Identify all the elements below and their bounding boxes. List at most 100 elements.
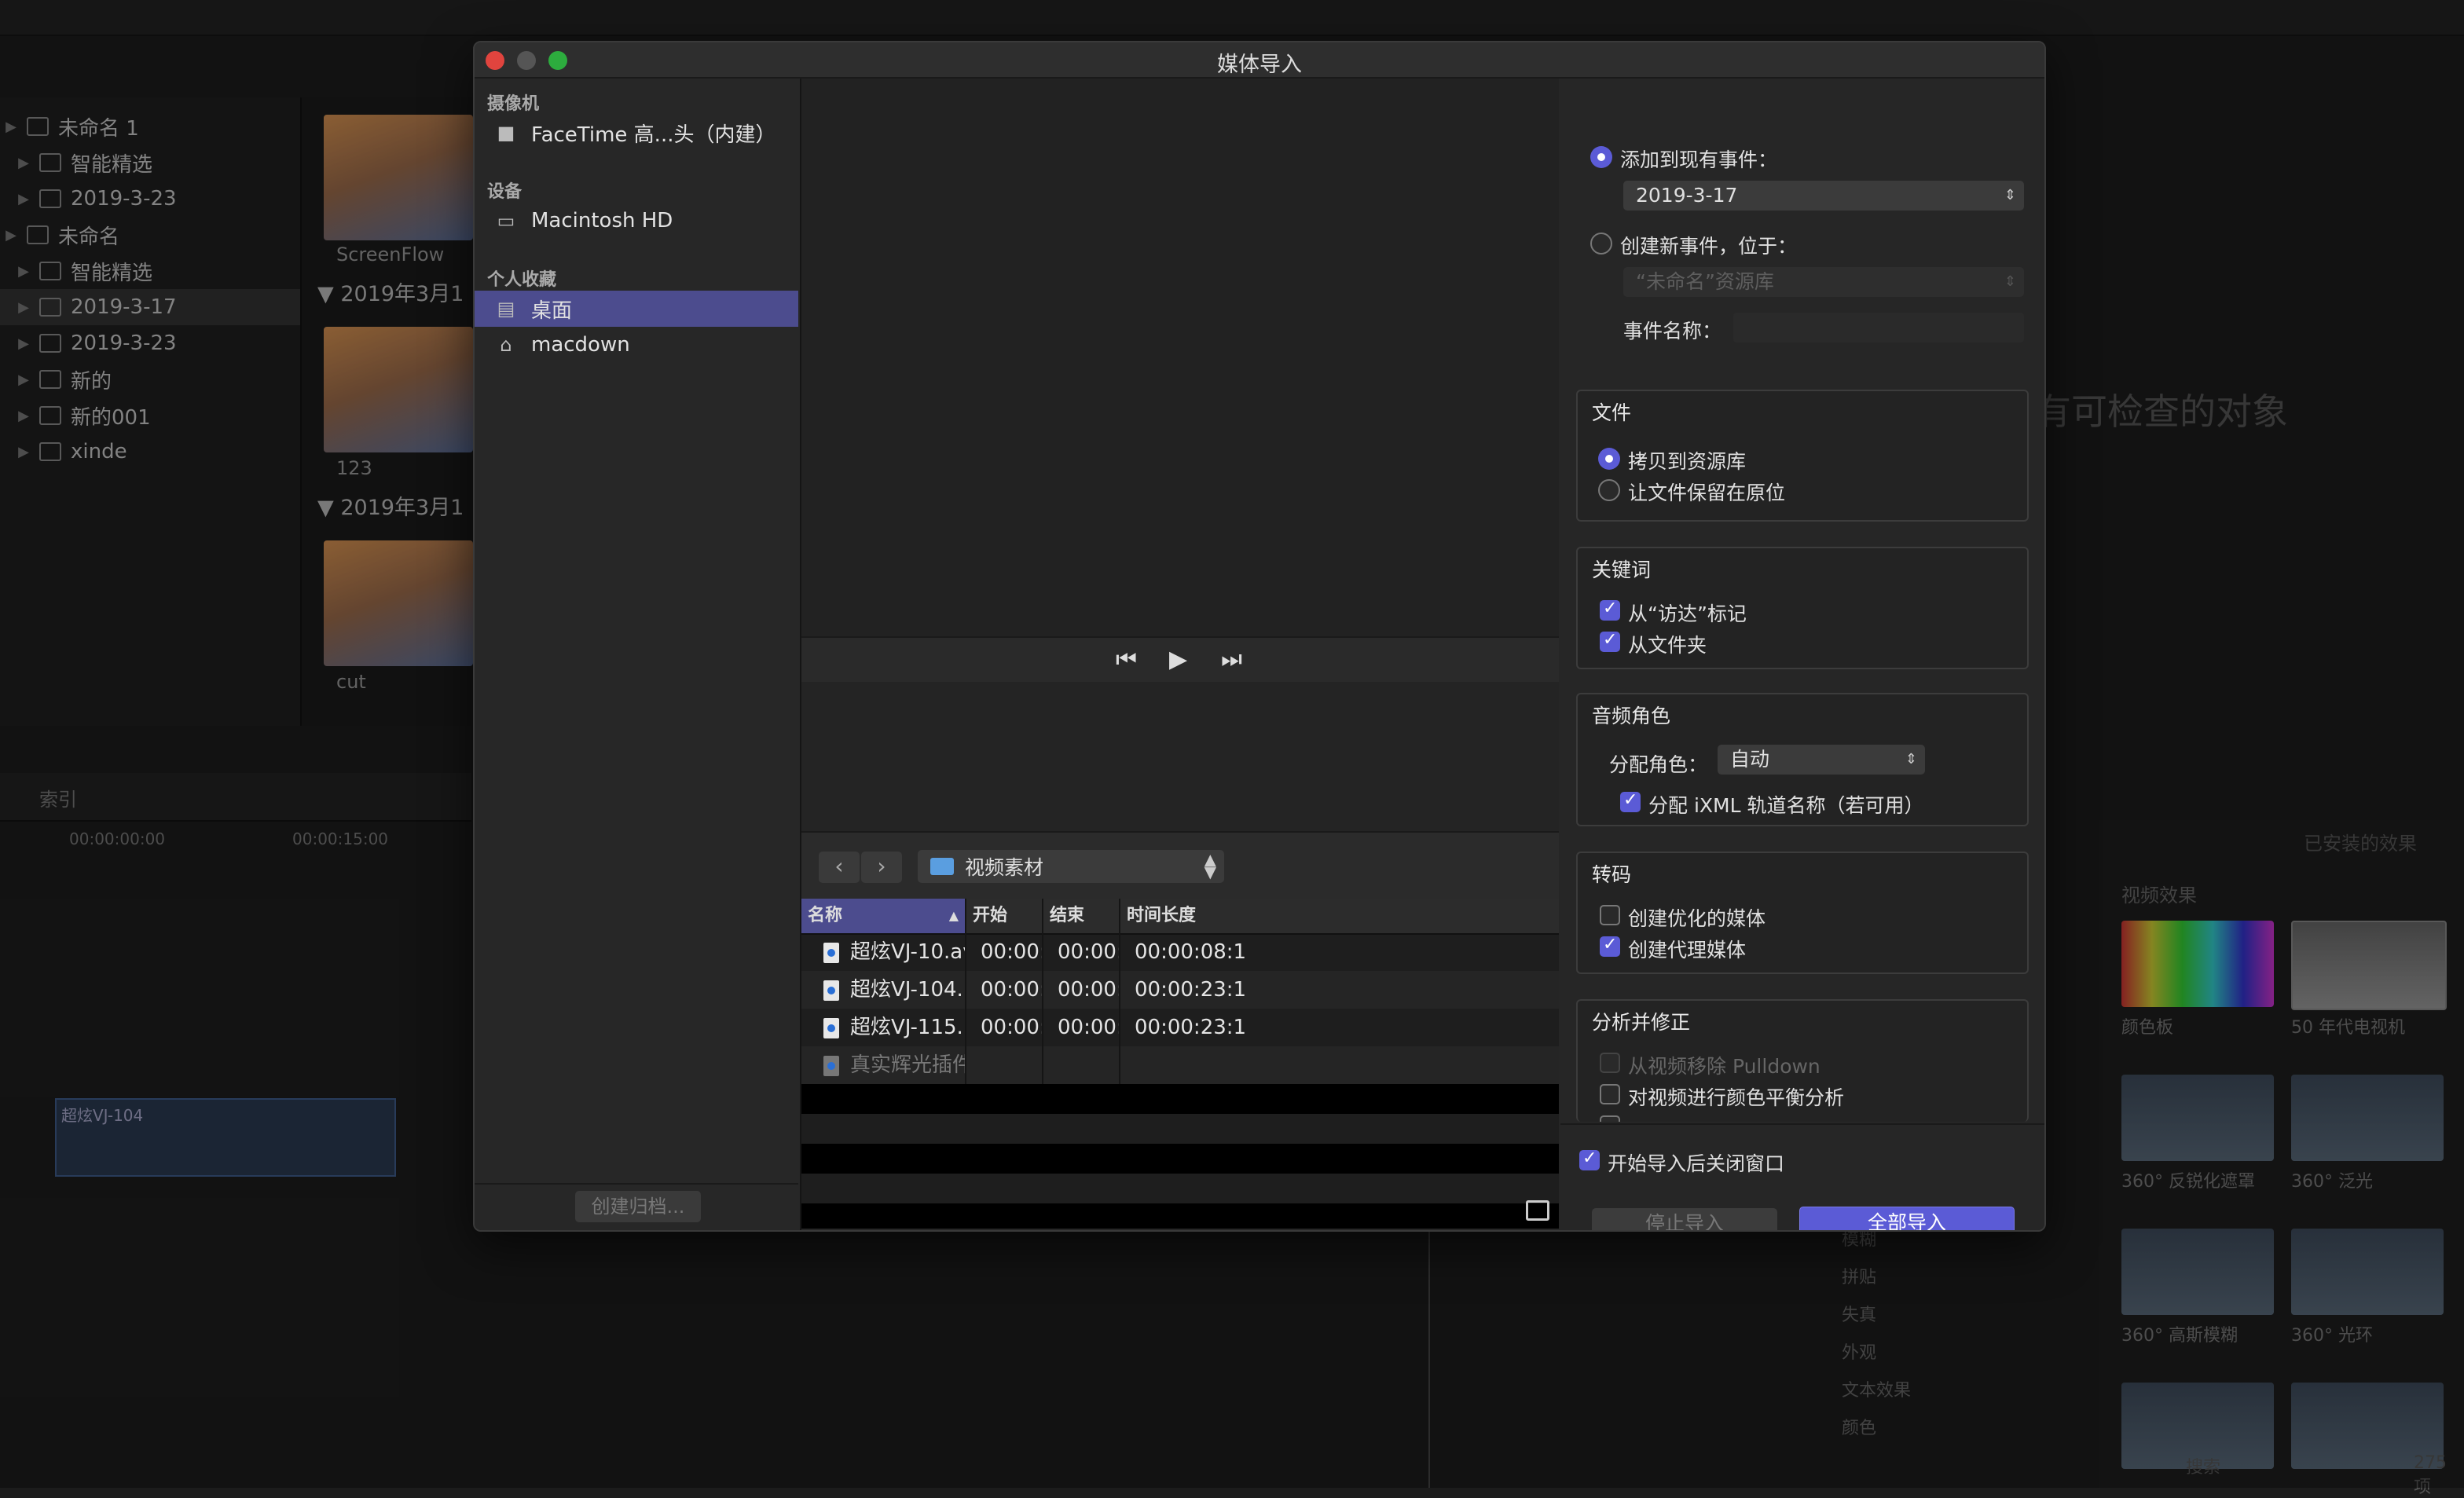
leave-in-place-radio[interactable] [1598, 479, 1620, 501]
stop-import-button[interactable]: 停止导入 [1592, 1208, 1777, 1230]
chevron-updown-icon: ⇕ [1905, 751, 1917, 767]
create-optimized-checkbox[interactable] [1600, 905, 1620, 925]
copy-to-library-label: 拷贝到资源库 [1628, 450, 1747, 473]
column-label: 名称 [808, 906, 843, 925]
create-optimized-label: 创建优化的媒体 [1628, 907, 1766, 930]
leave-in-place-label: 让文件保留在原位 [1628, 482, 1786, 504]
close-after-import-label: 开始导入后关闭窗口 [1608, 1152, 1785, 1175]
source-label: 桌面 [531, 299, 573, 323]
cell-name: 真实辉光插件Real+Glow... [801, 1046, 966, 1084]
import-all-button[interactable]: 全部导入 [1799, 1207, 2015, 1230]
column-end[interactable]: 结束 [1043, 899, 1120, 933]
cell-start: 00:00:00:00 [966, 933, 1043, 971]
video-file-icon [823, 980, 839, 1001]
from-folders-checkbox[interactable] [1600, 630, 1620, 652]
column-start[interactable]: 开始 [966, 899, 1043, 933]
finder-tags-label: 从“访达”标记 [1628, 602, 1747, 625]
filmstrip-area [801, 682, 1559, 831]
generic-file-icon [823, 1055, 839, 1076]
filmstrip-view-icon[interactable] [1526, 1200, 1549, 1221]
skip-back-icon[interactable]: ⏮ [1116, 646, 1137, 673]
source-label: FaceTime 高...头（内建） [531, 123, 776, 147]
source-home[interactable]: ⌂ macdown [475, 327, 798, 363]
home-icon: ⌂ [500, 334, 512, 356]
file-name: 超炫VJ-115.mov [850, 1016, 965, 1039]
title-bar: 媒体导入 [475, 42, 2044, 79]
table-row[interactable]: 超炫VJ-115.mov00:00:00:0000:00:23:10 00:00:… [801, 1009, 1559, 1046]
from-folders-label: 从文件夹 [1628, 634, 1707, 657]
divider [1560, 1123, 2044, 1125]
finder-tags-checkbox[interactable] [1600, 599, 1620, 621]
create-archive-button[interactable]: 创建归档... [575, 1191, 701, 1222]
path-bar: ‹ › 视频素材 ▲ ▼ [801, 831, 1559, 900]
close-after-import-checkbox[interactable] [1579, 1148, 1600, 1170]
cell-name: 超炫VJ-115.mov [801, 1009, 966, 1046]
section-devices: 设备 [487, 182, 522, 202]
assign-ixml-label: 分配 iXML 轨道名称（若可用） [1648, 794, 1924, 817]
back-button[interactable]: ‹ [819, 852, 860, 883]
assign-role-popup[interactable]: 自动 ⇕ [1718, 745, 1925, 775]
group-title: 音频角色 [1592, 705, 1671, 727]
file-name: 超炫VJ-10.avi [850, 940, 965, 964]
file-group: 文件 拷贝到资源库 让文件保留在原位 [1576, 390, 2029, 522]
assign-ixml-checkbox[interactable] [1620, 790, 1641, 812]
existing-event-popup[interactable]: 2019-3-17 ⇕ [1623, 181, 2024, 211]
source-desktop[interactable]: ▤ 桌面 [475, 291, 798, 327]
cell-end: 00:00:23:10 [1043, 1009, 1120, 1046]
add-existing-event-radio[interactable] [1590, 146, 1612, 168]
source-camera[interactable]: ■ FaceTime 高...头（内建） [475, 115, 798, 151]
popup-value: 2019-3-17 [1636, 184, 1738, 207]
column-name[interactable]: 名称 ▲ [801, 899, 966, 933]
play-icon[interactable]: ▶ [1169, 646, 1187, 673]
sources-sidebar: 摄像机 ■ FaceTime 高...头（内建） 设备 ▭ Macintosh … [475, 79, 801, 1230]
dialog-title: 媒体导入 [1217, 53, 1302, 77]
forward-button[interactable]: › [861, 852, 902, 883]
cell-duration: 00:00:23:1 [1135, 1016, 1247, 1039]
find-people-checkbox[interactable] [1600, 1115, 1620, 1122]
sort-ascending-icon: ▲ [948, 908, 959, 923]
source-macintosh-hd[interactable]: ▭ Macintosh HD [475, 203, 798, 239]
chevron-updown-icon: ▲ ▼ [1204, 850, 1216, 881]
add-existing-event-label: 添加到现有事件： [1620, 148, 1778, 171]
empty-row [801, 1084, 1559, 1114]
section-camera: 摄像机 [487, 94, 540, 114]
color-balance-checkbox[interactable] [1600, 1084, 1620, 1104]
table-row[interactable]: 真实辉光插件Real+Glow... [801, 1046, 1559, 1084]
transport-controls: ⏮ ▶ ⏭ [801, 636, 1559, 683]
cell-duration: 00:00:08:1 [1135, 940, 1247, 964]
hard-drive-icon: ▭ [497, 210, 515, 232]
popup-value: “未命名”资源库 [1636, 270, 1774, 293]
analyze-group: 分析并修正 从视频移除 Pulldown 对视频进行颜色平衡分析 [1576, 999, 2029, 1122]
create-proxy-checkbox[interactable] [1600, 935, 1620, 957]
empty-row [801, 1144, 1559, 1174]
group-title: 转码 [1592, 863, 1632, 886]
empty-row [801, 1114, 1559, 1144]
camera-icon: ■ [497, 122, 515, 144]
empty-row [801, 1203, 1559, 1229]
source-label: macdown [531, 333, 630, 357]
divider [475, 1183, 798, 1185]
table-row[interactable]: 超炫VJ-104.mov00:00:00:0000:00:23:10 00:00:… [801, 971, 1559, 1009]
desktop-icon: ▤ [497, 298, 515, 320]
keywords-group: 关键词 从“访达”标记 从文件夹 [1576, 547, 2029, 669]
create-new-event-label: 创建新事件，位于： [1620, 235, 1798, 258]
copy-to-library-radio[interactable] [1598, 448, 1620, 470]
cell-start [966, 1046, 1043, 1084]
column-duration[interactable]: 时间长度 [1120, 899, 1559, 933]
create-new-event-radio[interactable] [1590, 233, 1612, 255]
remove-pulldown-checkbox[interactable] [1600, 1053, 1620, 1073]
table-row[interactable]: 超炫VJ-10.avi00:00:00:0000:00:08:11 00:00:0… [801, 933, 1559, 971]
remove-pulldown-label: 从视频移除 Pulldown [1628, 1055, 1820, 1078]
folder-icon [930, 858, 954, 875]
group-title: 关键词 [1592, 559, 1652, 581]
event-name-input[interactable] [1733, 313, 2024, 342]
folder-popup[interactable]: 视频素材 ▲ ▼ [918, 850, 1224, 883]
cell-duration: 00:00:23:1 [1135, 978, 1247, 1002]
new-event-library-popup[interactable]: “未命名”资源库 ⇕ [1623, 267, 2024, 297]
table-header: 名称 ▲ 开始 结束 时间长度 [801, 899, 1559, 935]
folder-name: 视频素材 [965, 856, 1044, 879]
skip-forward-icon[interactable]: ⏭ [1221, 646, 1242, 673]
cell-start: 00:00:00:00 [966, 971, 1043, 1009]
cell-name: 超炫VJ-104.mov [801, 971, 966, 1009]
cell-start: 00:00:00:00 [966, 1009, 1043, 1046]
